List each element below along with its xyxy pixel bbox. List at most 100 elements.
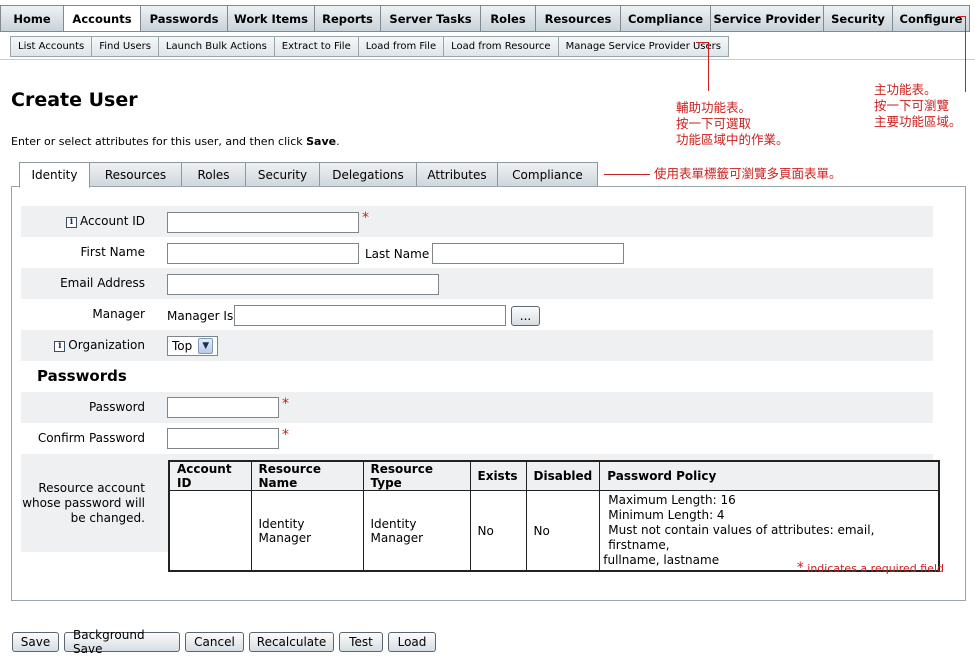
required-note-text: indicates a required field xyxy=(807,562,944,575)
submenu-extract-to-file[interactable]: Extract to File xyxy=(274,37,359,56)
tabs-callout: 使用表單標籤可瀏覽多頁面表單。 xyxy=(654,166,842,181)
callout-text: 主功能表。 xyxy=(874,82,937,97)
info-icon[interactable]: i xyxy=(54,341,66,352)
tab-compliance[interactable]: Compliance xyxy=(498,162,598,187)
required-marker: * xyxy=(362,210,369,226)
organization-value: Top xyxy=(172,339,193,353)
account-id-cell xyxy=(168,490,252,572)
policy-line: Minimum Length: 4 xyxy=(608,508,725,522)
account-id-input[interactable] xyxy=(167,212,359,233)
callout-line xyxy=(965,16,966,92)
table-row: Identity Manager Identity Manager No No … xyxy=(168,490,940,572)
submenu-launch-bulk-actions[interactable]: Launch Bulk Actions xyxy=(158,37,275,56)
instructions-text: Enter or select attributes for this user… xyxy=(11,135,307,148)
menu-work-items[interactable]: Work Items xyxy=(228,6,315,31)
menu-roles[interactable]: Roles xyxy=(481,6,536,31)
account-id-row: i Account ID xyxy=(21,206,933,237)
passwords-heading: Passwords xyxy=(37,367,127,385)
organization-label-text: Organization xyxy=(68,338,145,352)
save-button[interactable]: Save xyxy=(12,632,59,652)
column-header: Password Policy xyxy=(599,460,940,491)
instructions-suffix: . xyxy=(336,135,340,148)
callout-text: 主要功能區域。 xyxy=(874,114,962,129)
email-label: Email Address xyxy=(60,276,145,290)
required-marker: * xyxy=(282,396,289,412)
menu-configure[interactable]: Configure xyxy=(893,6,969,31)
column-header: Resource Name xyxy=(250,460,364,491)
callout-text: 按一下可選取 xyxy=(676,116,752,131)
header-divider xyxy=(0,59,975,60)
submenu-load-from-file[interactable]: Load from File xyxy=(358,37,445,56)
resource-name-cell: Identity Manager xyxy=(250,490,364,572)
cancel-button[interactable]: Cancel xyxy=(185,632,244,652)
required-marker: * xyxy=(796,560,804,576)
callout-text: 按一下可瀏覽 xyxy=(874,98,950,113)
tab-delegations[interactable]: Delegations xyxy=(320,162,417,187)
callout-line xyxy=(696,42,708,43)
account-id-label: i Account ID xyxy=(65,214,145,228)
manager-label: Manager xyxy=(92,307,145,321)
manager-browse-button[interactable]: ... xyxy=(511,306,540,326)
organization-label: i Organization xyxy=(54,338,145,352)
tab-resources[interactable]: Resources xyxy=(90,162,182,187)
resource-account-label: Resource account whose password will be … xyxy=(22,481,145,525)
manager-input[interactable] xyxy=(234,305,506,326)
menu-compliance[interactable]: Compliance xyxy=(621,6,711,31)
submenu-load-from-resource[interactable]: Load from Resource xyxy=(444,37,559,56)
column-header: Resource Type xyxy=(362,460,471,491)
tab-security[interactable]: Security xyxy=(246,162,320,187)
organization-select[interactable]: Top ▼ xyxy=(167,336,218,356)
sub-menu: List Accounts Find Users Launch Bulk Act… xyxy=(10,36,729,57)
table-header-row: Account ID Resource Name Resource Type E… xyxy=(168,460,940,491)
password-row: Password xyxy=(21,392,933,423)
menu-reports[interactable]: Reports xyxy=(315,6,381,31)
chevron-down-icon[interactable]: ▼ xyxy=(198,338,214,354)
submenu-manage-service-provider-users[interactable]: Manage Service Provider Users xyxy=(558,37,728,56)
submenu-find-users[interactable]: Find Users xyxy=(92,37,159,56)
last-name-label: Last Name xyxy=(365,247,430,261)
test-button[interactable]: Test xyxy=(339,632,383,652)
first-name-label: First Name xyxy=(80,245,145,259)
instructions-save-word: Save xyxy=(306,135,337,148)
required-field-note: * indicates a required field xyxy=(797,560,944,576)
menu-accounts[interactable]: Accounts xyxy=(64,6,141,31)
menu-security[interactable]: Security xyxy=(824,6,893,31)
menu-server-tasks[interactable]: Server Tasks xyxy=(381,6,481,31)
confirm-password-row: Confirm Password xyxy=(21,423,933,454)
recalculate-button[interactable]: Recalculate xyxy=(249,632,334,652)
tab-roles[interactable]: Roles xyxy=(182,162,246,187)
email-row: Email Address xyxy=(21,268,933,299)
main-menu-callout: 主功能表。 按一下可瀏覽 主要功能區域。 xyxy=(874,82,962,130)
background-save-button[interactable]: Background Save xyxy=(64,628,180,656)
callout-line xyxy=(708,42,709,91)
email-input[interactable] xyxy=(167,274,439,295)
policy-line: Maximum Length: 16 xyxy=(608,493,736,507)
instructions: Enter or select attributes for this user… xyxy=(11,135,340,148)
callout-text: 輔助功能表。 xyxy=(676,100,752,115)
password-label: Password xyxy=(88,400,145,414)
password-input[interactable] xyxy=(167,397,279,418)
tab-identity[interactable]: Identity xyxy=(19,162,90,188)
resource-type-cell: Identity Manager xyxy=(362,490,471,572)
exists-cell: No xyxy=(469,490,527,572)
first-name-input[interactable] xyxy=(167,243,359,264)
menu-home[interactable]: Home xyxy=(1,6,64,31)
account-id-label-text: Account ID xyxy=(79,214,145,228)
manager-is-label: Manager Is: xyxy=(167,309,238,323)
form-tabs: Identity Resources Roles Security Delega… xyxy=(19,162,598,188)
menu-passwords[interactable]: Passwords xyxy=(141,6,228,31)
submenu-list-accounts[interactable]: List Accounts xyxy=(11,37,93,56)
info-icon[interactable]: i xyxy=(65,217,77,228)
main-menu: Home Accounts Passwords Work Items Repor… xyxy=(0,5,970,32)
confirm-password-input[interactable] xyxy=(167,428,279,449)
required-marker: * xyxy=(282,427,289,443)
menu-service-provider[interactable]: Service Provider xyxy=(711,6,824,31)
column-header: Account ID xyxy=(168,460,252,491)
callout-line xyxy=(604,174,650,175)
confirm-password-label: Confirm Password xyxy=(37,431,145,445)
sub-menu-callout: 輔助功能表。 按一下可選取 功能區域中的作業。 xyxy=(676,100,789,148)
tab-attributes[interactable]: Attributes xyxy=(417,162,498,187)
last-name-input[interactable] xyxy=(432,243,624,264)
menu-resources[interactable]: Resources xyxy=(536,6,621,31)
load-button[interactable]: Load xyxy=(388,632,436,652)
